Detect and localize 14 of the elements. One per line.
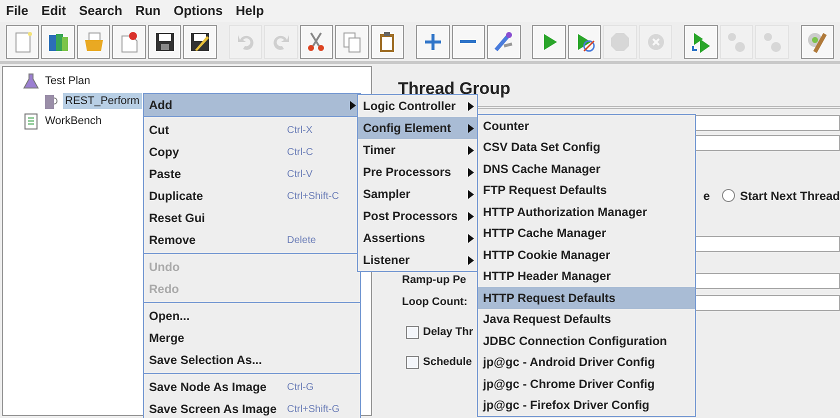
shortcut-label: Ctrl-G xyxy=(287,380,314,394)
shortcut-label: Ctrl+Shift-G xyxy=(287,402,340,416)
radio-label: e xyxy=(703,188,710,204)
field-label: Loop Count: xyxy=(402,295,468,310)
shortcut-label: Ctrl-V xyxy=(287,168,313,182)
checkbox-label: Schedule xyxy=(423,355,472,370)
field-label: Ramp-up Pe xyxy=(402,273,466,288)
shortcut-label: Ctrl-C xyxy=(287,146,314,160)
shortcut-label: Ctrl-X xyxy=(287,124,313,138)
panel-title: Thread Group xyxy=(398,78,512,100)
shortcut-label: Ctrl+Shift-C xyxy=(287,190,339,204)
radio-label: Start Next Thread xyxy=(740,188,840,204)
checkbox-label: Delay Thr xyxy=(423,325,474,340)
shortcut-label: Delete xyxy=(287,234,316,248)
